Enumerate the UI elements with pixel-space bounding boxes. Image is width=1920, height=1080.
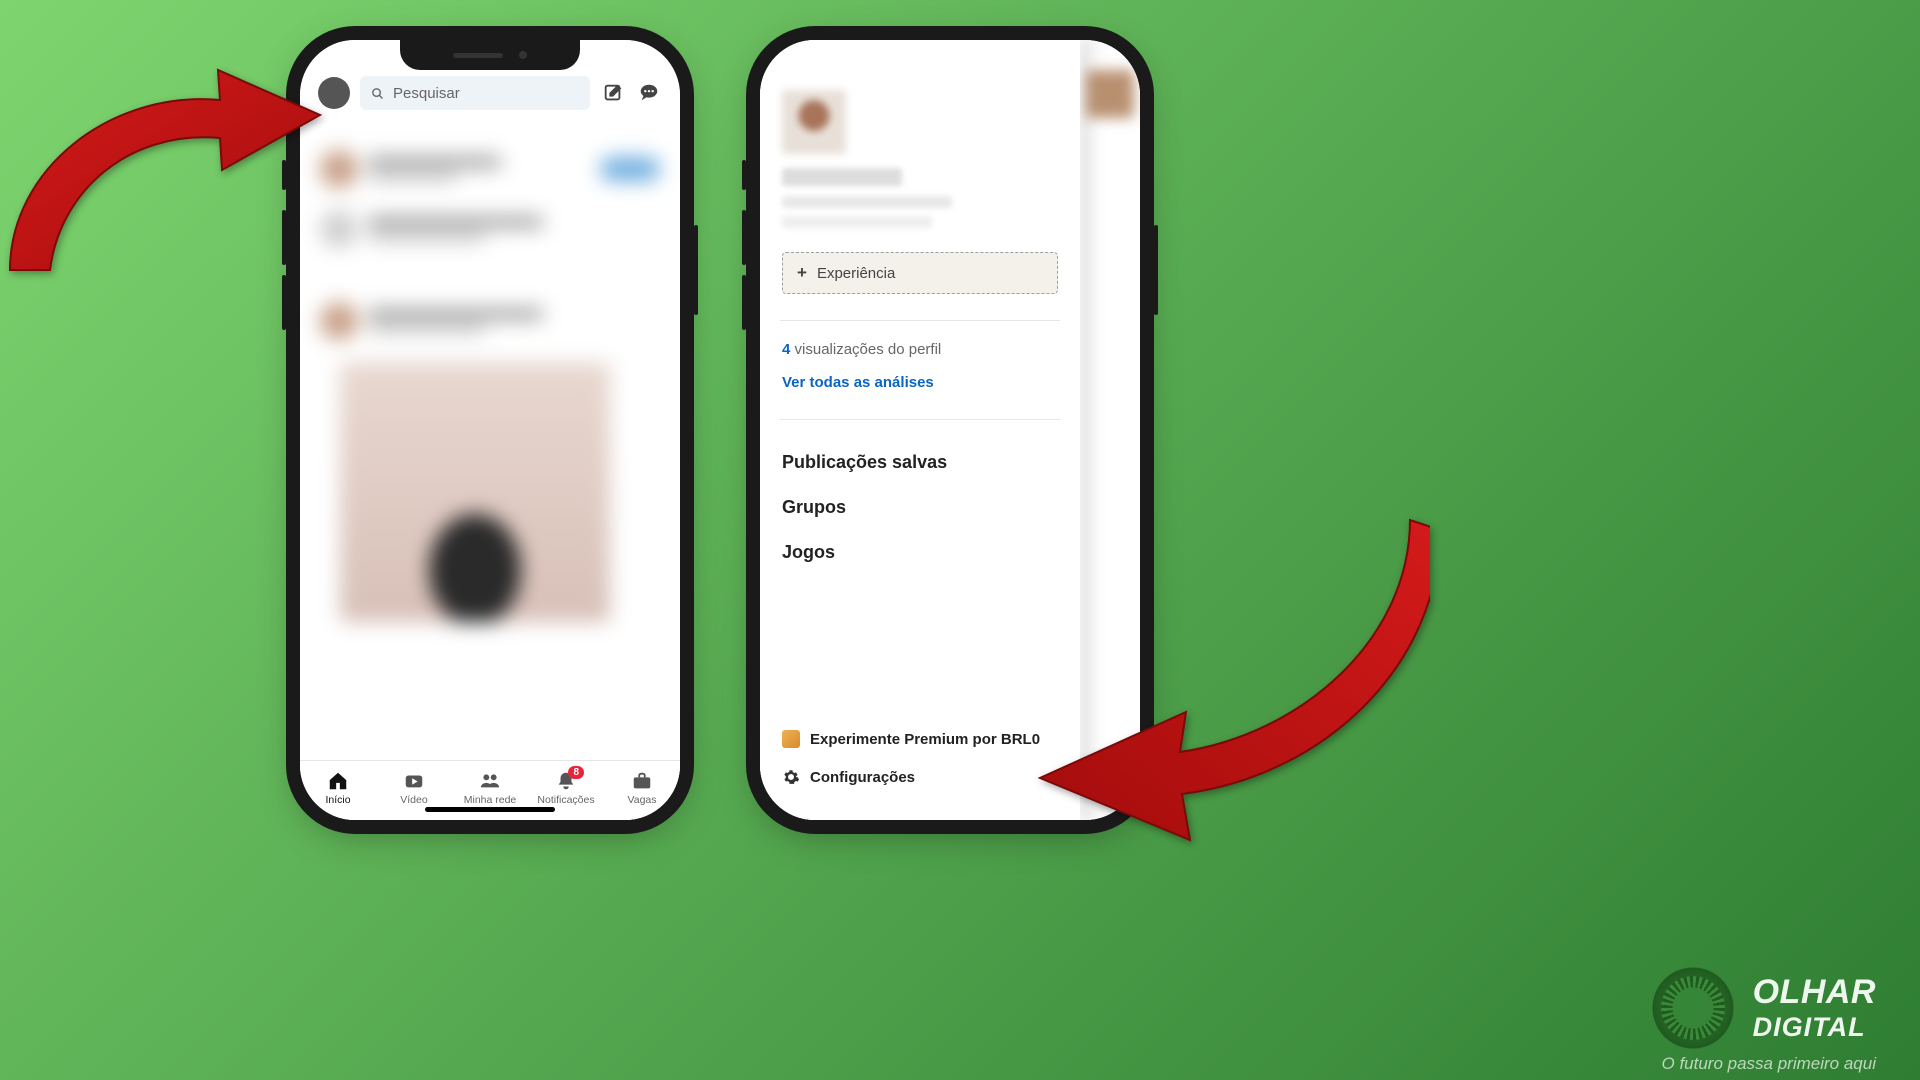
profile-name-blur bbox=[782, 168, 902, 186]
premium-badge-icon bbox=[782, 730, 800, 748]
people-icon bbox=[479, 770, 501, 792]
search-input[interactable]: Pesquisar bbox=[360, 76, 590, 110]
compose-button[interactable] bbox=[600, 80, 626, 106]
tab-label: Início bbox=[325, 794, 350, 806]
tab-notifications[interactable]: 8 Notificações bbox=[534, 770, 598, 806]
tab-label: Vídeo bbox=[400, 794, 427, 806]
messages-button[interactable] bbox=[636, 80, 662, 106]
tab-label: Minha rede bbox=[464, 794, 517, 806]
plus-icon: + bbox=[797, 263, 807, 283]
olhar-digital-logo: OLHAR DIGITAL bbox=[1651, 966, 1876, 1050]
premium-label: Experimente Premium por BRL0 bbox=[810, 731, 1040, 748]
logo-ring-icon bbox=[1651, 966, 1735, 1050]
tab-video[interactable]: Vídeo bbox=[382, 770, 446, 806]
notification-badge: 8 bbox=[568, 766, 584, 779]
views-text: visualizações do perfil bbox=[795, 341, 942, 358]
views-count: 4 bbox=[782, 341, 790, 358]
add-experience-button[interactable]: + Experiência bbox=[782, 252, 1058, 294]
profile-picture[interactable] bbox=[782, 90, 846, 154]
analytics-link[interactable]: Ver todas as análises bbox=[782, 374, 1058, 391]
brand-tagline: O futuro passa primeiro aqui bbox=[1662, 1054, 1877, 1074]
divider bbox=[780, 320, 1060, 321]
tab-home[interactable]: Início bbox=[306, 770, 370, 806]
divider bbox=[780, 419, 1060, 420]
profile-views-row[interactable]: 4 visualizações do perfil bbox=[782, 341, 1058, 358]
home-indicator bbox=[425, 807, 555, 812]
pointer-arrow-settings bbox=[1010, 500, 1430, 865]
experience-label: Experiência bbox=[817, 265, 895, 282]
profile-subtext-blur bbox=[782, 216, 932, 228]
top-bar: Pesquisar bbox=[300, 76, 680, 110]
brand-line1: OLHAR bbox=[1753, 973, 1876, 1012]
briefcase-icon bbox=[631, 770, 653, 792]
tab-jobs[interactable]: Vagas bbox=[610, 770, 674, 806]
pointer-arrow-avatar bbox=[0, 40, 330, 305]
profile-headline-blur bbox=[782, 196, 952, 208]
tab-network[interactable]: Minha rede bbox=[458, 770, 522, 806]
phone-left: Pesquisar Início Vídeo bbox=[300, 40, 680, 820]
settings-label: Configurações bbox=[810, 769, 915, 786]
home-icon bbox=[327, 770, 349, 792]
search-icon bbox=[370, 86, 385, 101]
blurred-feed bbox=[300, 118, 680, 760]
gear-icon bbox=[782, 768, 800, 786]
brand-line2: DIGITAL bbox=[1753, 1012, 1876, 1043]
video-icon bbox=[403, 770, 425, 792]
menu-saved-posts[interactable]: Publicações salvas bbox=[782, 440, 1058, 485]
search-placeholder: Pesquisar bbox=[393, 85, 460, 102]
tab-label: Vagas bbox=[628, 794, 657, 806]
tab-label: Notificações bbox=[537, 794, 594, 806]
